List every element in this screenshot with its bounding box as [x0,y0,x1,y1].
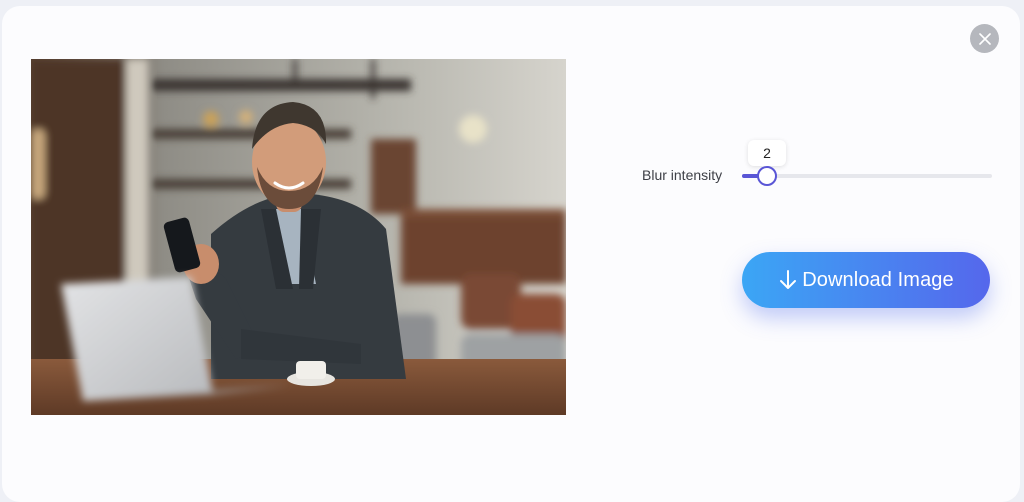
download-image-button[interactable]: Download Image [742,252,990,308]
blur-value: 2 [763,145,771,161]
blur-intensity-slider[interactable] [742,166,992,186]
slider-track[interactable] [742,174,992,178]
download-image-label: Download Image [802,268,954,291]
blur-value-tooltip: 2 [748,140,786,166]
close-button[interactable] [970,24,999,53]
close-icon [978,32,991,45]
arrow-down-icon [778,269,798,291]
blur-intensity-label: Blur intensity [642,167,723,183]
blur-dialog: Blur intensity 2 Download Image [2,6,1020,502]
preview-image [31,59,566,415]
slider-thumb[interactable] [757,166,777,186]
